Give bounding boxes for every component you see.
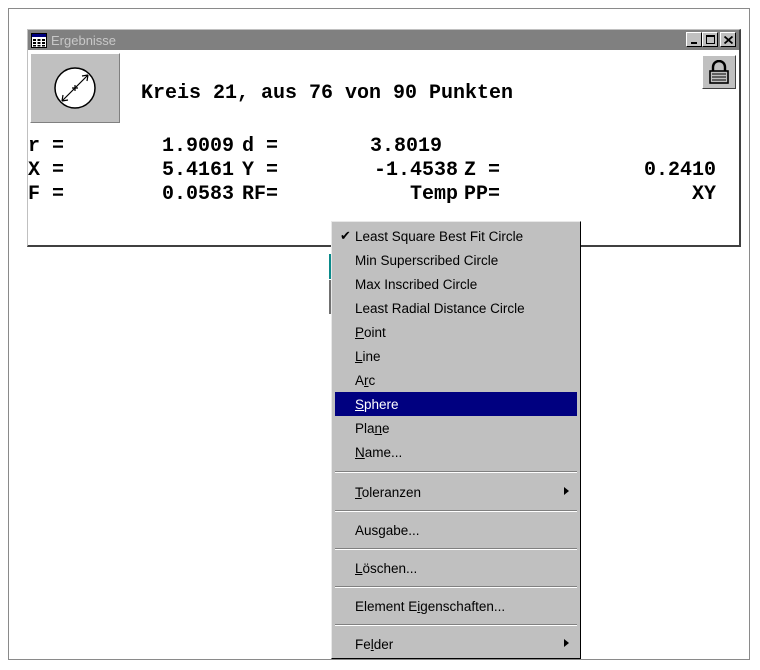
menu-separator xyxy=(335,471,577,473)
label-d: d = xyxy=(242,135,279,158)
menu-item-plane[interactable]: Plane xyxy=(335,416,577,440)
menu-separator xyxy=(335,586,577,588)
menu-item-line[interactable]: Line xyxy=(335,344,577,368)
menu-separator xyxy=(335,510,577,512)
context-menu: ✔ Least Square Best Fit Circle Min Super… xyxy=(331,221,581,659)
label-x: X = xyxy=(28,159,65,182)
menu-item-toleranzen[interactable]: Toleranzen xyxy=(335,480,577,504)
value-y: -1.4538 xyxy=(373,159,458,182)
menu-item-label: Line xyxy=(355,348,381,364)
value-d: 3.8019 xyxy=(370,135,443,158)
submenu-arrow-icon xyxy=(564,639,569,647)
menu-item-element-eigenschaften[interactable]: Element Eigenschaften... xyxy=(335,594,577,618)
menu-item-least-square-circle[interactable]: ✔ Least Square Best Fit Circle xyxy=(335,224,577,248)
lock-icon xyxy=(709,60,729,84)
menu-item-label: Least Square Best Fit Circle xyxy=(355,228,524,244)
value-z: 0.2410 xyxy=(643,159,716,182)
title-bar-buttons xyxy=(686,32,736,47)
menu-item-min-superscribed-circle[interactable]: Min Superscribed Circle xyxy=(335,248,577,272)
submenu-arrow-icon xyxy=(564,487,569,495)
value-f: 0.0583 xyxy=(162,183,235,206)
menu-item-max-inscribed-circle[interactable]: Max Inscribed Circle xyxy=(335,272,577,296)
lock-button[interactable] xyxy=(702,55,736,89)
label-f: F = xyxy=(28,183,65,206)
menu-item-label: Point xyxy=(355,324,386,340)
label-pp: PP= xyxy=(464,183,501,206)
value-rf: Temp xyxy=(409,183,458,206)
menu-item-label: Element Eigenschaften... xyxy=(355,598,506,614)
value-x: 5.4161 xyxy=(162,159,235,182)
menu-item-point[interactable]: Point xyxy=(335,320,577,344)
label-y: Y = xyxy=(242,159,279,182)
menu-item-felder[interactable]: Felder xyxy=(335,632,577,656)
maximize-button[interactable] xyxy=(702,32,718,47)
menu-item-loeschen[interactable]: Löschen... xyxy=(335,556,577,580)
results-window: Ergebnisse Kreis 21, aus 76 von 90 Punkt… xyxy=(27,29,741,247)
minimize-icon xyxy=(691,41,697,44)
close-icon xyxy=(723,35,733,44)
circle-diameter-icon xyxy=(54,67,96,109)
menu-separator xyxy=(335,548,577,550)
menu-item-label: Plane xyxy=(355,420,390,436)
menu-separator xyxy=(335,624,577,626)
menu-item-label: Name... xyxy=(355,444,403,460)
label-r: r = xyxy=(28,135,65,158)
title-bar[interactable]: Ergebnisse xyxy=(28,30,739,50)
maximize-icon xyxy=(705,35,715,44)
menu-item-least-radial-distance-circle[interactable]: Least Radial Distance Circle xyxy=(335,296,577,320)
menu-item-label: Least Radial Distance Circle xyxy=(355,300,525,316)
label-z: Z = xyxy=(464,159,501,182)
menu-item-sphere[interactable]: Sphere xyxy=(335,392,577,416)
check-icon: ✔ xyxy=(340,228,351,243)
menu-item-arc[interactable]: Arc xyxy=(335,368,577,392)
menu-item-label: Sphere xyxy=(355,396,399,412)
menu-item-label: Ausgabe... xyxy=(355,522,420,538)
menu-item-name[interactable]: Name... xyxy=(335,440,577,464)
menu-item-label: Min Superscribed Circle xyxy=(355,252,499,268)
menu-item-label: Löschen... xyxy=(355,560,418,576)
label-rf: RF= xyxy=(242,183,279,206)
window-app-icon xyxy=(31,32,47,48)
close-button[interactable] xyxy=(720,32,736,47)
value-r: 1.9009 xyxy=(162,135,235,158)
result-heading: Kreis 21, aus 76 von 90 Punkten xyxy=(141,82,514,105)
window-title: Ergebnisse xyxy=(51,32,117,48)
menu-item-label: Max Inscribed Circle xyxy=(355,276,478,292)
menu-item-ausgabe[interactable]: Ausgabe... xyxy=(335,518,577,542)
value-pp: XY xyxy=(691,183,716,206)
minimize-button[interactable] xyxy=(686,32,702,47)
menu-item-label: Toleranzen xyxy=(355,484,422,500)
menu-item-label: Felder xyxy=(355,636,394,652)
menu-item-label: Arc xyxy=(355,372,376,388)
circle-feature-button[interactable] xyxy=(30,53,120,123)
